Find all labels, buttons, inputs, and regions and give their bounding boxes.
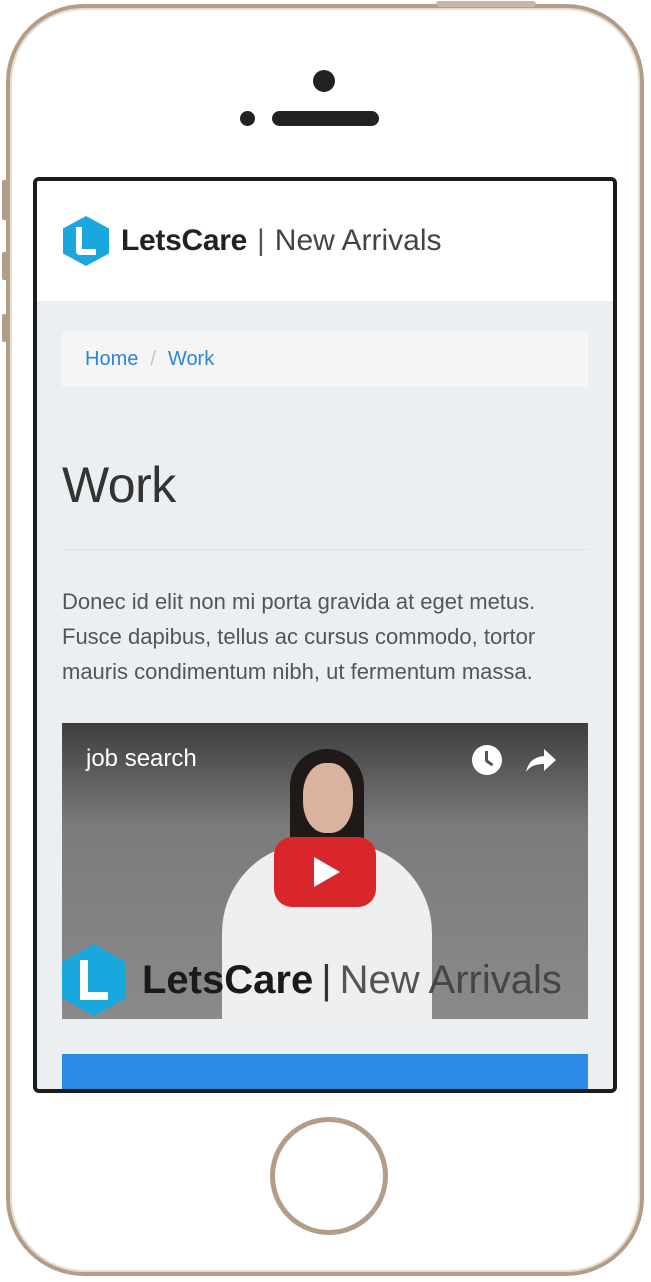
proximity-sensor <box>240 111 255 126</box>
video-watermark: LetsCare | New Arrivals <box>62 944 588 1016</box>
breadcrumb-separator: / <box>150 347 156 370</box>
page-title: Work <box>62 457 176 513</box>
share-icon[interactable] <box>524 745 558 775</box>
watermark-separator: | <box>321 957 332 1002</box>
cta-block[interactable] <box>62 1054 588 1089</box>
video-title[interactable]: job search <box>86 745 197 773</box>
main-content: Home / Work Work Donec id elit non mi po… <box>37 301 613 1089</box>
letscare-logo-icon[interactable] <box>63 216 109 266</box>
breadcrumb-work-link[interactable]: Work <box>168 348 214 371</box>
mute-switch <box>2 180 8 220</box>
volume-up-button <box>2 252 8 280</box>
power-button <box>436 1 536 7</box>
home-button[interactable] <box>270 1117 388 1235</box>
brand-name[interactable]: LetsCare <box>121 224 247 258</box>
breadcrumb-home-link[interactable]: Home <box>85 348 138 371</box>
earpiece-speaker <box>272 111 379 126</box>
watermark-subtitle: New Arrivals <box>339 957 562 1002</box>
site-header: LetsCare | New Arrivals <box>37 181 613 301</box>
brand-separator: | <box>257 224 265 257</box>
watermark-logo-icon <box>62 944 126 1016</box>
front-camera <box>313 70 335 92</box>
phone-screen: LetsCare | New Arrivals Home / Work Work… <box>33 177 617 1093</box>
video-player[interactable]: job search LetsCare | New Arrivals <box>62 723 588 1019</box>
lead-paragraph: Donec id elit non mi porta gravida at eg… <box>62 589 536 684</box>
play-icon[interactable] <box>274 837 376 907</box>
video-thumbnail-face <box>303 763 353 833</box>
watch-later-icon[interactable] <box>472 745 502 775</box>
title-divider <box>62 549 588 550</box>
volume-down-button <box>2 314 8 342</box>
breadcrumb: Home / Work <box>62 331 588 387</box>
brand-subtitle: New Arrivals <box>274 224 442 257</box>
watermark-brand-name: LetsCare <box>142 957 314 1002</box>
